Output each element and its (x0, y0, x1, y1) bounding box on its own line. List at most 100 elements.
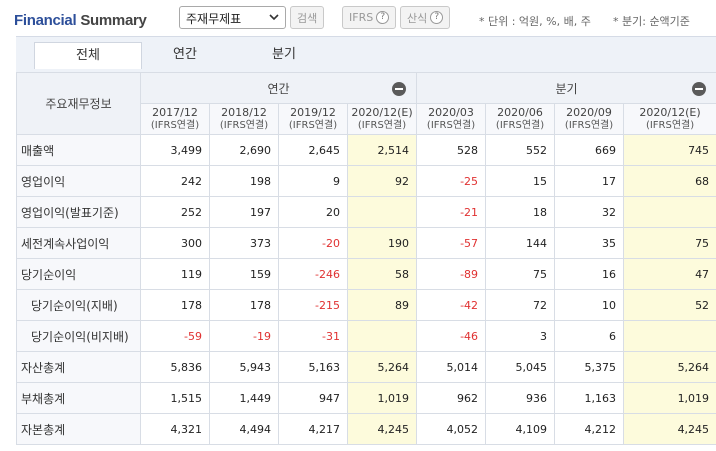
value-cell: 16 (554, 258, 625, 290)
ifrs-button[interactable]: IFRS ? (342, 6, 397, 29)
value-cell: -19 (209, 320, 279, 352)
value-cell: 2,514 (346, 134, 418, 166)
value-cell: 962 (416, 382, 487, 414)
row-label: 당기순이익(지배) (16, 289, 141, 321)
value-cell: 1,163 (554, 382, 625, 414)
column-header: 2019/12 (IFRS연결) (278, 103, 348, 135)
table-row: 세전계속사업이익 300 373 -20 190 -57 144 35 75 (16, 227, 716, 259)
value-cell: 5,264 (623, 351, 716, 383)
chevron-down-icon (269, 14, 279, 21)
value-cell: 4,212 (554, 413, 625, 445)
statement-type-select[interactable]: 주재무제표 (179, 6, 286, 29)
corner-header: 주요재무정보 (16, 72, 141, 135)
value-cell: 5,264 (346, 351, 418, 383)
value-cell: 32 (554, 196, 625, 228)
table-body: 매출액 3,499 2,690 2,645 2,514 528 552 669 745 영업이익 2… (16, 134, 716, 445)
search-button[interactable]: 검색 (290, 6, 325, 29)
value-cell: 52 (623, 289, 716, 321)
quarter-group-header: 분기 (416, 72, 716, 104)
column-period: 2017/12 (152, 106, 198, 119)
value-cell: -46 (416, 320, 487, 352)
column-basis: (IFRS연결) (288, 120, 338, 131)
column-header: 2018/12 (IFRS연결) (209, 103, 279, 135)
value-cell: 18 (485, 196, 556, 228)
value-cell: 197 (209, 196, 279, 228)
value-cell: 68 (623, 165, 716, 197)
value-cell: 5,836 (140, 351, 210, 383)
value-cell: 75 (623, 227, 716, 259)
value-cell: 5,943 (209, 351, 279, 383)
annual-group-header: 연간 (139, 72, 418, 104)
value-cell: 9 (278, 165, 348, 197)
column-basis: (IFRS연결) (150, 120, 200, 131)
column-period: 2019/12 (290, 106, 336, 119)
value-cell: 936 (485, 382, 556, 414)
column-basis: (IFRS연결) (564, 120, 614, 131)
value-cell: 47 (623, 258, 716, 290)
value-cell: 552 (485, 134, 556, 166)
value-cell: 373 (209, 227, 279, 259)
value-cell: 159 (209, 258, 279, 290)
column-header: 2020/09 (IFRS연결) (554, 103, 625, 135)
value-cell (623, 196, 716, 228)
value-cell: 4,494 (209, 413, 279, 445)
title-main: Financial (14, 12, 77, 29)
page-title: Financial Summary (14, 12, 147, 29)
value-cell: -21 (416, 196, 487, 228)
value-cell: -31 (278, 320, 348, 352)
table-row: 영업이익(발표기준) 252 197 20 -21 18 32 (16, 196, 716, 228)
title-sub: Summary (80, 12, 147, 29)
formula-button[interactable]: 산식 ? (400, 6, 451, 29)
value-cell: 15 (485, 165, 556, 197)
value-cell: 1,019 (346, 382, 418, 414)
row-label[interactable]: 영업이익(발표기준) (16, 196, 141, 228)
row-label[interactable]: 매출액 (16, 134, 141, 166)
table-row: 당기순이익(지배) 178 178 -215 89 -42 72 10 52 (16, 289, 716, 321)
table-row: 자산총계 5,836 5,943 5,163 5,264 5,014 5,045 5,375 5… (16, 351, 716, 383)
row-label[interactable]: 부채총계 (16, 382, 141, 414)
column-basis: (IFRS연결) (495, 120, 545, 131)
value-cell: 4,052 (416, 413, 487, 445)
ifrs-button-label: IFRS (349, 11, 374, 24)
value-cell: -42 (416, 289, 487, 321)
collapse-annual-icon[interactable] (392, 82, 407, 96)
tab-all[interactable]: 전체 (34, 42, 142, 69)
value-cell: 252 (140, 196, 210, 228)
row-label[interactable]: 자본총계 (16, 413, 141, 445)
value-cell: 75 (485, 258, 556, 290)
financial-summary-table: 주요재무정보 연간 분기 2017/12 (IFRS연결) 2018/12 (IFRS… (16, 72, 716, 445)
value-cell: 20 (278, 196, 348, 228)
help-icon: ? (376, 11, 390, 24)
row-label[interactable]: 영업이익 (16, 165, 141, 197)
value-cell: 17 (554, 165, 625, 197)
value-cell: 4,245 (346, 413, 418, 445)
unit-note: * 단위 : 억원, %, 배, 주 (479, 15, 591, 28)
value-cell: 190 (346, 227, 418, 259)
value-cell: 3 (485, 320, 556, 352)
column-header: 2020/06 (IFRS연결) (485, 103, 556, 135)
column-basis: (IFRS연결) (645, 120, 695, 131)
value-cell: 4,217 (278, 413, 348, 445)
value-cell: 6 (554, 320, 625, 352)
value-cell: -57 (416, 227, 487, 259)
value-cell: 1,515 (140, 382, 210, 414)
column-basis: (IFRS연결) (426, 120, 476, 131)
value-cell: 10 (554, 289, 625, 321)
value-cell (346, 320, 418, 352)
collapse-quarter-icon[interactable] (692, 82, 707, 96)
table-row: 자본총계 4,321 4,494 4,217 4,245 4,052 4,109 4,212 4… (16, 413, 716, 445)
column-basis: (IFRS연결) (357, 120, 407, 131)
row-label[interactable]: 세전계속사업이익 (16, 227, 141, 259)
tab-annual[interactable]: 연간 (131, 42, 239, 69)
value-cell: 242 (140, 165, 210, 197)
column-period: 2018/12 (221, 106, 267, 119)
column-header: 2017/12 (IFRS연결) (140, 103, 210, 135)
tab-quarterly[interactable]: 분기 (230, 42, 338, 69)
value-cell (623, 320, 716, 352)
value-cell: 58 (346, 258, 418, 290)
row-label[interactable]: 자산총계 (16, 351, 141, 383)
row-label[interactable]: 당기순이익 (16, 258, 141, 290)
value-cell: 144 (485, 227, 556, 259)
column-period: 2020/09 (566, 106, 612, 119)
column-header: 2020/12(E) (IFRS연결) (623, 103, 716, 135)
